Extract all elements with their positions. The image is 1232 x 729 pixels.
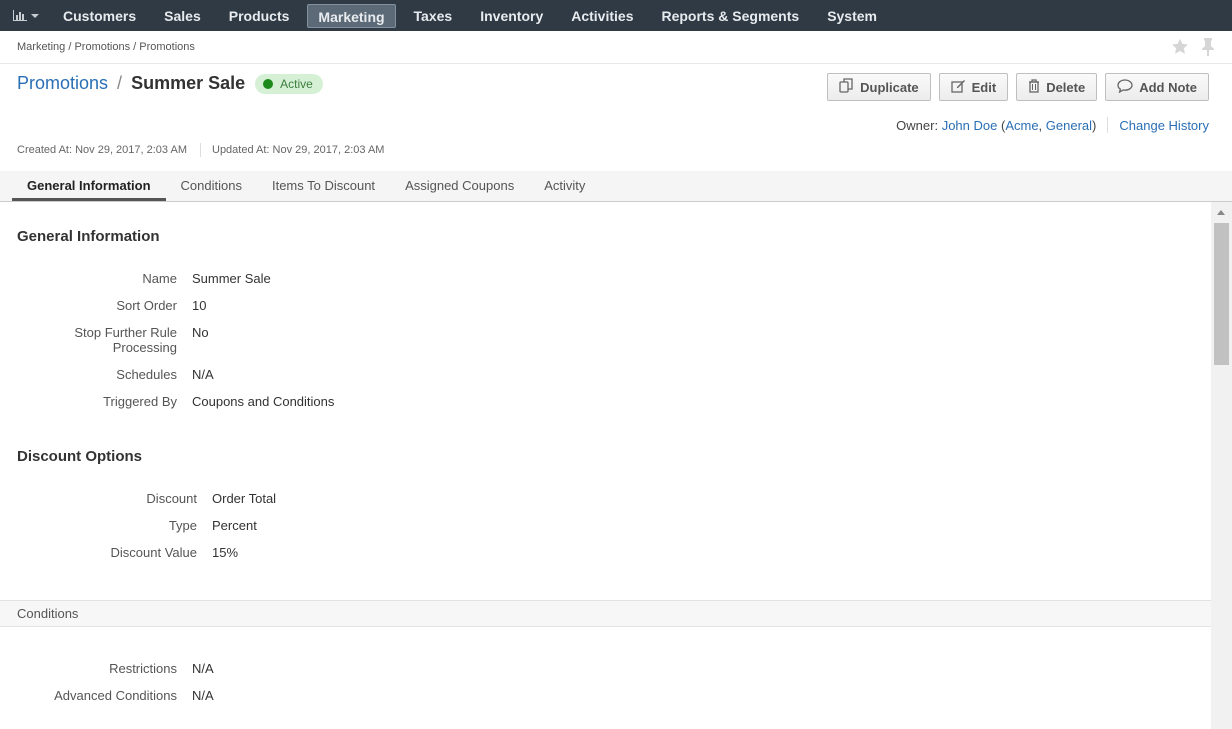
field-label: Discount Value bbox=[110, 545, 197, 560]
nav-system[interactable]: System bbox=[817, 4, 887, 28]
vertical-scrollbar[interactable] bbox=[1211, 202, 1232, 729]
updated-at: Updated At: Nov 29, 2017, 2:03 AM bbox=[212, 144, 385, 156]
nav-taxes[interactable]: Taxes bbox=[404, 4, 463, 28]
field-restrictions: Restrictions N/A bbox=[0, 661, 600, 676]
content-area: General Information Name Summer Sale Sor… bbox=[0, 202, 1211, 729]
general-information-heading: General Information bbox=[17, 228, 160, 245]
field-label: Sort Order bbox=[116, 298, 177, 313]
owner-label: Owner: bbox=[896, 117, 939, 133]
field-sort-order: Sort Order 10 bbox=[0, 298, 600, 313]
nav-products[interactable]: Products bbox=[219, 4, 300, 28]
field-discount-value: Discount Value 15% bbox=[0, 545, 600, 560]
comment-icon bbox=[1117, 78, 1139, 96]
copy-icon bbox=[839, 78, 860, 96]
status-label: Active bbox=[280, 76, 313, 91]
nav-reports-segments[interactable]: Reports & Segments bbox=[651, 4, 809, 28]
record-name: Summer Sale bbox=[131, 73, 246, 93]
field-value: 10 bbox=[192, 298, 207, 313]
page-actions: Duplicate Edit Delete Add Note bbox=[827, 73, 1209, 101]
caret-down-icon bbox=[31, 13, 39, 18]
field-name: Name Summer Sale bbox=[0, 271, 600, 286]
field-value: Order Total bbox=[212, 491, 277, 506]
field-label: Restrictions bbox=[109, 661, 177, 676]
pin-icon[interactable] bbox=[1201, 38, 1215, 59]
breadcrumb: Marketing / Promotions / Promotions bbox=[17, 41, 195, 53]
field-label: Triggered By bbox=[103, 394, 177, 409]
divider bbox=[1107, 117, 1109, 133]
conditions-heading: Conditions bbox=[17, 606, 79, 621]
record-meta: Created At: Nov 29, 2017, 2:03 AM Update… bbox=[17, 143, 384, 157]
duplicate-button[interactable]: Duplicate bbox=[827, 73, 931, 101]
dashboard-menu-button[interactable] bbox=[0, 0, 49, 31]
tab-activity[interactable]: Activity bbox=[529, 171, 600, 201]
field-value: N/A bbox=[192, 688, 214, 703]
edit-button[interactable]: Edit bbox=[938, 73, 1009, 101]
field-label: Type bbox=[168, 518, 197, 533]
field-value: Summer Sale bbox=[192, 271, 271, 286]
bar-chart-icon bbox=[13, 10, 27, 21]
field-label: Advanced Conditions bbox=[54, 688, 177, 703]
owner-user-link[interactable]: John Doe bbox=[942, 118, 998, 133]
field-value: Coupons and Conditions bbox=[192, 394, 335, 409]
org-close-paren: ) bbox=[1092, 117, 1097, 133]
breadcrumb-bar: Marketing / Promotions / Promotions bbox=[0, 31, 1232, 64]
nav-activities[interactable]: Activities bbox=[561, 4, 643, 28]
tab-general-information[interactable]: General Information bbox=[12, 171, 166, 201]
section-tabs: General Information Conditions Items To … bbox=[0, 171, 1232, 202]
field-value: N/A bbox=[192, 661, 214, 676]
nav-sales[interactable]: Sales bbox=[154, 4, 211, 28]
main-navigation: Customers Sales Products Marketing Taxes… bbox=[0, 0, 1232, 31]
created-at: Created At: Nov 29, 2017, 2:03 AM bbox=[17, 144, 187, 156]
tab-conditions[interactable]: Conditions bbox=[166, 171, 257, 201]
field-label: Discount bbox=[146, 491, 197, 506]
nav-marketing[interactable]: Marketing bbox=[307, 3, 396, 28]
field-label: Schedules bbox=[116, 367, 177, 382]
owner-business-unit-link[interactable]: General bbox=[1046, 118, 1092, 133]
page-title: Promotions / Summer Sale Active bbox=[17, 73, 323, 94]
edit-label: Edit bbox=[971, 79, 997, 95]
edit-icon bbox=[950, 79, 972, 96]
trash-icon bbox=[1028, 78, 1046, 96]
field-value: No bbox=[192, 325, 209, 340]
field-type: Type Percent bbox=[0, 518, 600, 533]
tab-assigned-coupons[interactable]: Assigned Coupons bbox=[390, 171, 529, 201]
nav-customers[interactable]: Customers bbox=[53, 4, 146, 28]
owner-organization-link[interactable]: Acme bbox=[1005, 118, 1038, 133]
change-history-link[interactable]: Change History bbox=[1119, 118, 1209, 133]
status-badge: Active bbox=[255, 73, 323, 94]
status-dot-icon bbox=[263, 78, 274, 89]
field-triggered-by: Triggered By Coupons and Conditions bbox=[0, 394, 600, 409]
add-note-button[interactable]: Add Note bbox=[1105, 73, 1209, 101]
field-label: Stop Further Rule Processing bbox=[74, 325, 177, 355]
field-advanced-conditions: Advanced Conditions N/A bbox=[0, 688, 600, 703]
field-value: N/A bbox=[192, 367, 214, 382]
delete-button[interactable]: Delete bbox=[1016, 73, 1098, 101]
field-discount: Discount Order Total bbox=[0, 491, 600, 506]
field-label: Name bbox=[142, 271, 177, 286]
conditions-section-header: Conditions bbox=[0, 600, 1211, 627]
field-schedules: Schedules N/A bbox=[0, 367, 600, 382]
promotions-link[interactable]: Promotions bbox=[17, 73, 108, 94]
delete-label: Delete bbox=[1046, 79, 1086, 95]
owner-info: Owner: John Doe (Acme, General) Change H… bbox=[896, 117, 1209, 133]
scroll-up-arrow-icon[interactable] bbox=[1217, 210, 1225, 215]
add-note-label: Add Note bbox=[1139, 79, 1197, 95]
discount-options-heading: Discount Options bbox=[17, 448, 142, 465]
field-value: 15% bbox=[212, 545, 239, 560]
divider bbox=[200, 143, 201, 157]
org-comma: , bbox=[1038, 117, 1043, 133]
field-stop-further-rule-processing: Stop Further Rule Processing No bbox=[0, 325, 600, 355]
scrollbar-thumb[interactable] bbox=[1214, 223, 1229, 365]
tab-items-to-discount[interactable]: Items To Discount bbox=[257, 171, 390, 201]
star-icon[interactable] bbox=[1171, 38, 1189, 59]
duplicate-label: Duplicate bbox=[860, 79, 919, 95]
title-separator: / bbox=[117, 73, 123, 93]
nav-inventory[interactable]: Inventory bbox=[470, 4, 553, 28]
field-value: Percent bbox=[212, 518, 257, 533]
